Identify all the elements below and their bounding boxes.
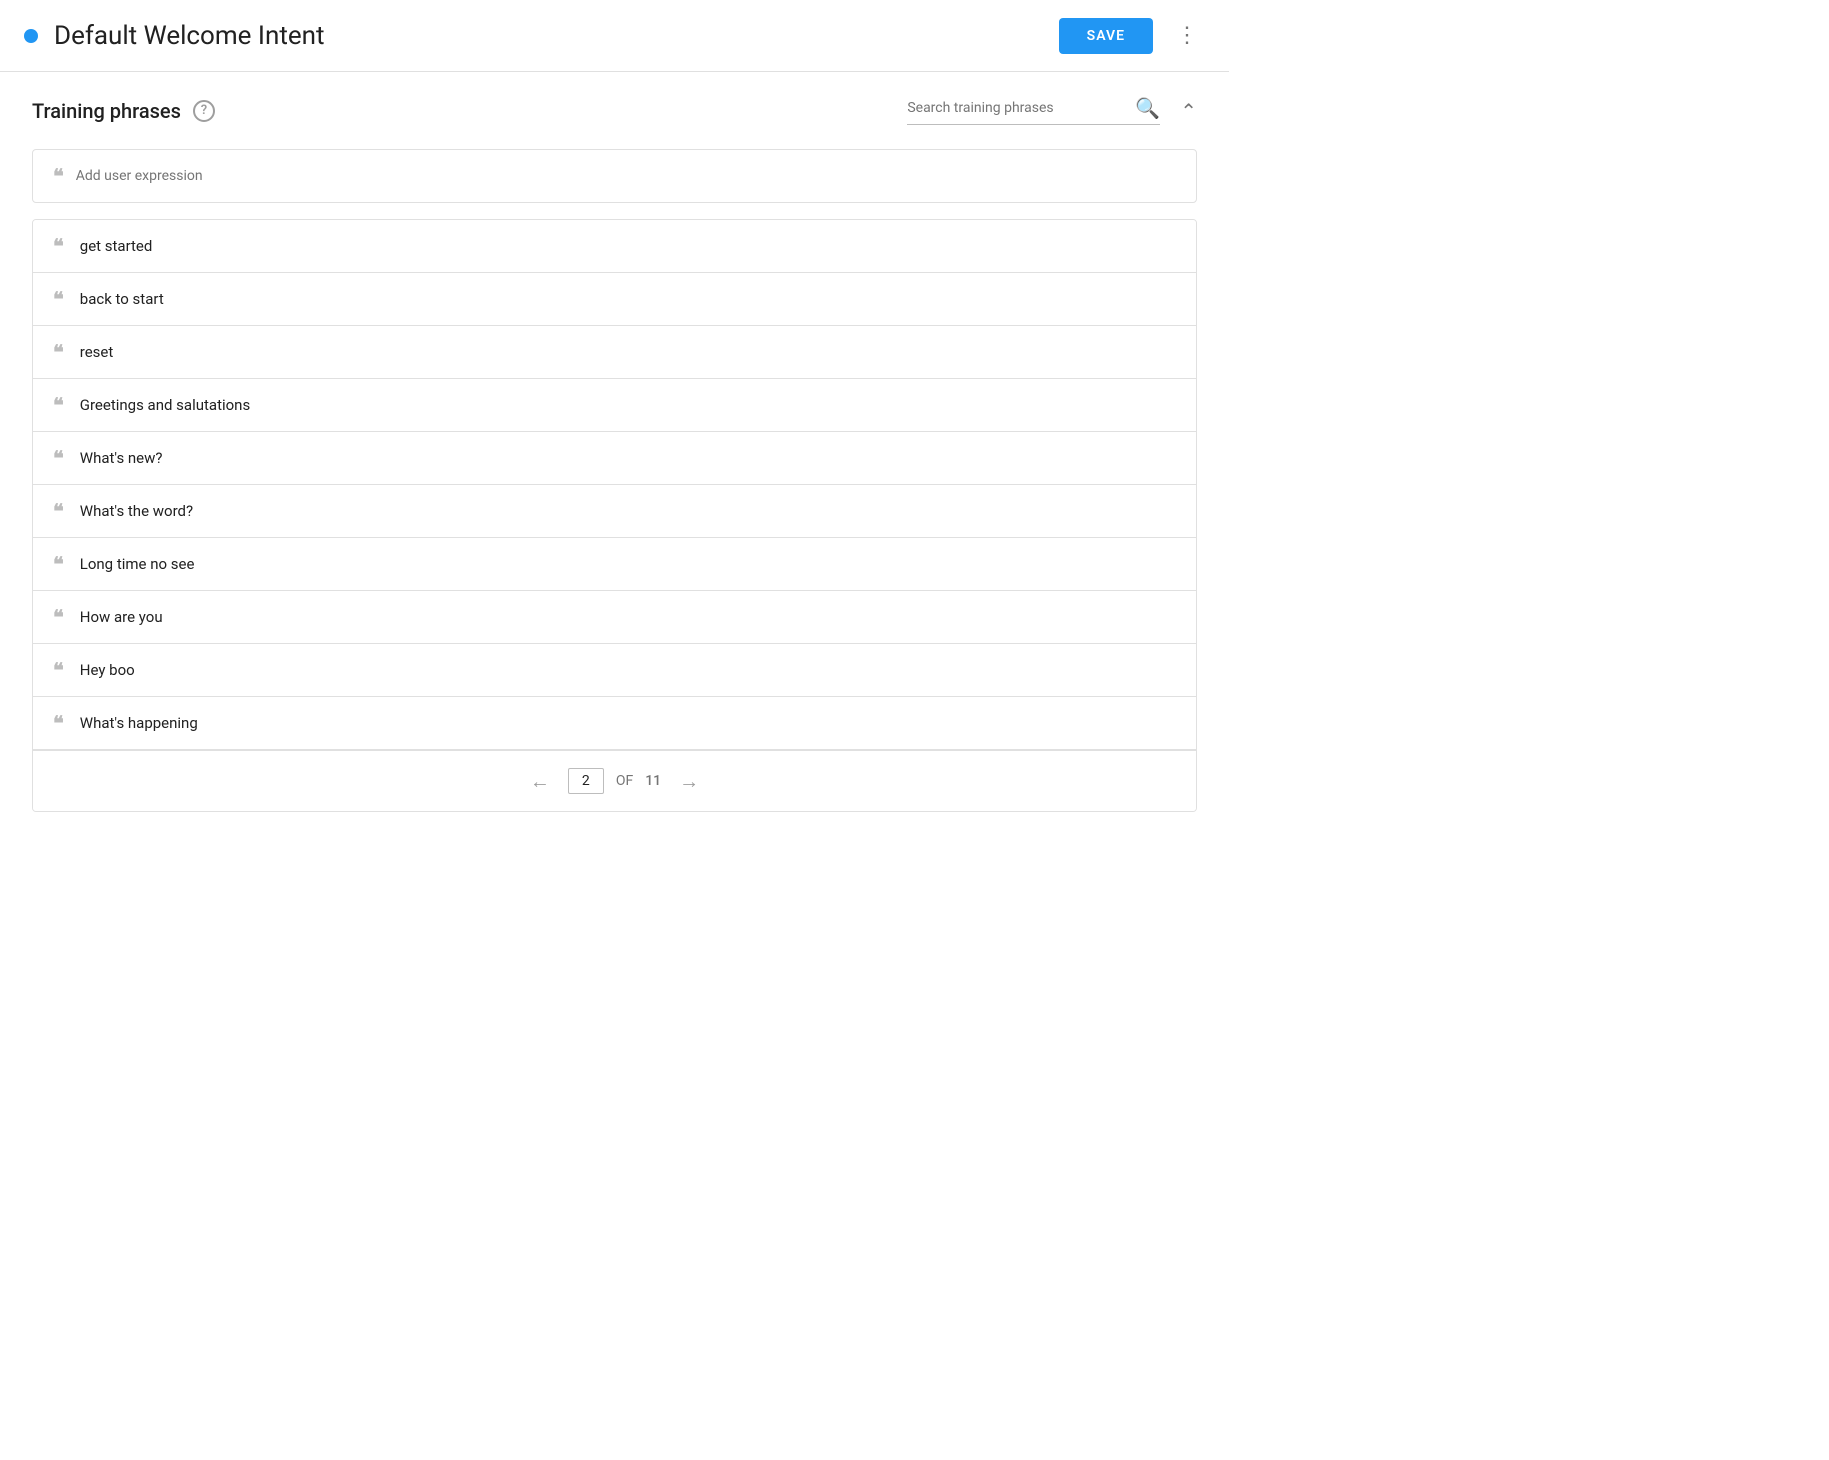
phrase-text: What's the word? [80, 502, 193, 520]
of-label: OF [616, 773, 633, 789]
phrase-quote-icon: ❝ [53, 607, 64, 627]
phrase-text: Long time no see [80, 555, 195, 573]
phrase-text: get started [80, 237, 153, 255]
phrase-quote-icon: ❝ [53, 660, 64, 680]
section-title: Training phrases [32, 99, 181, 123]
phrase-quote-icon: ❝ [53, 713, 64, 733]
phrase-row[interactable]: ❝ Greetings and salutations [33, 379, 1196, 432]
search-input[interactable] [907, 100, 1127, 116]
header: Default Welcome Intent SAVE ⋮ [0, 0, 1229, 72]
phrase-quote-icon: ❝ [53, 342, 64, 362]
header-left: Default Welcome Intent [24, 21, 325, 51]
phrase-quote-icon: ❝ [53, 554, 64, 574]
phrase-text: Greetings and salutations [80, 396, 250, 414]
help-icon[interactable]: ? [193, 100, 215, 122]
phrase-row[interactable]: ❝ get started [33, 220, 1196, 273]
page-title: Default Welcome Intent [54, 21, 325, 51]
current-page: 2 [568, 768, 604, 794]
search-input-wrapper: 🔍 [907, 96, 1160, 125]
phrase-row[interactable]: ❝ What's happening [33, 697, 1196, 750]
phrase-quote-icon: ❝ [53, 289, 64, 309]
save-button[interactable]: SAVE [1059, 18, 1153, 54]
phrase-text: back to start [80, 290, 164, 308]
phrase-row[interactable]: ❝ How are you [33, 591, 1196, 644]
prev-page-button[interactable]: ← [524, 765, 556, 797]
add-expression-input[interactable] [76, 168, 1176, 184]
phrase-quote-icon: ❝ [53, 501, 64, 521]
phrase-text: reset [80, 343, 114, 361]
phrases-list: ❝ get started ❝ back to start ❝ reset ❝ Greetin… [32, 219, 1197, 812]
pagination: ← 2 OF 11 → [33, 750, 1196, 811]
phrase-text: How are you [80, 608, 163, 626]
phrase-quote-icon: ❝ [53, 395, 64, 415]
next-page-button[interactable]: → [673, 765, 705, 797]
search-group: 🔍 ⌃ [907, 96, 1197, 125]
total-pages: 11 [645, 773, 661, 789]
header-right: SAVE ⋮ [1059, 18, 1205, 54]
phrase-quote-icon: ❝ [53, 236, 64, 256]
collapse-icon[interactable]: ⌃ [1180, 99, 1197, 123]
section-header: Training phrases ? 🔍 ⌃ [32, 96, 1197, 125]
more-icon[interactable]: ⋮ [1169, 18, 1205, 54]
phrase-text: What's new? [80, 449, 163, 467]
status-dot [24, 29, 38, 43]
add-expression-box: ❝ [32, 149, 1197, 203]
phrase-quote-icon: ❝ [53, 448, 64, 468]
phrase-text: What's happening [80, 714, 198, 732]
training-phrases-section: Training phrases ? 🔍 ⌃ ❝ ❝ get started ❝ ba… [0, 72, 1229, 836]
phrase-row[interactable]: ❝ reset [33, 326, 1196, 379]
phrase-row[interactable]: ❝ back to start [33, 273, 1196, 326]
phrase-row[interactable]: ❝ What's the word? [33, 485, 1196, 538]
phrase-row[interactable]: ❝ Long time no see [33, 538, 1196, 591]
phrase-row[interactable]: ❝ Hey boo [33, 644, 1196, 697]
section-title-group: Training phrases ? [32, 99, 215, 123]
phrase-row[interactable]: ❝ What's new? [33, 432, 1196, 485]
search-icon: 🔍 [1135, 96, 1160, 120]
quote-icon: ❝ [53, 166, 64, 186]
phrase-text: Hey boo [80, 661, 135, 679]
